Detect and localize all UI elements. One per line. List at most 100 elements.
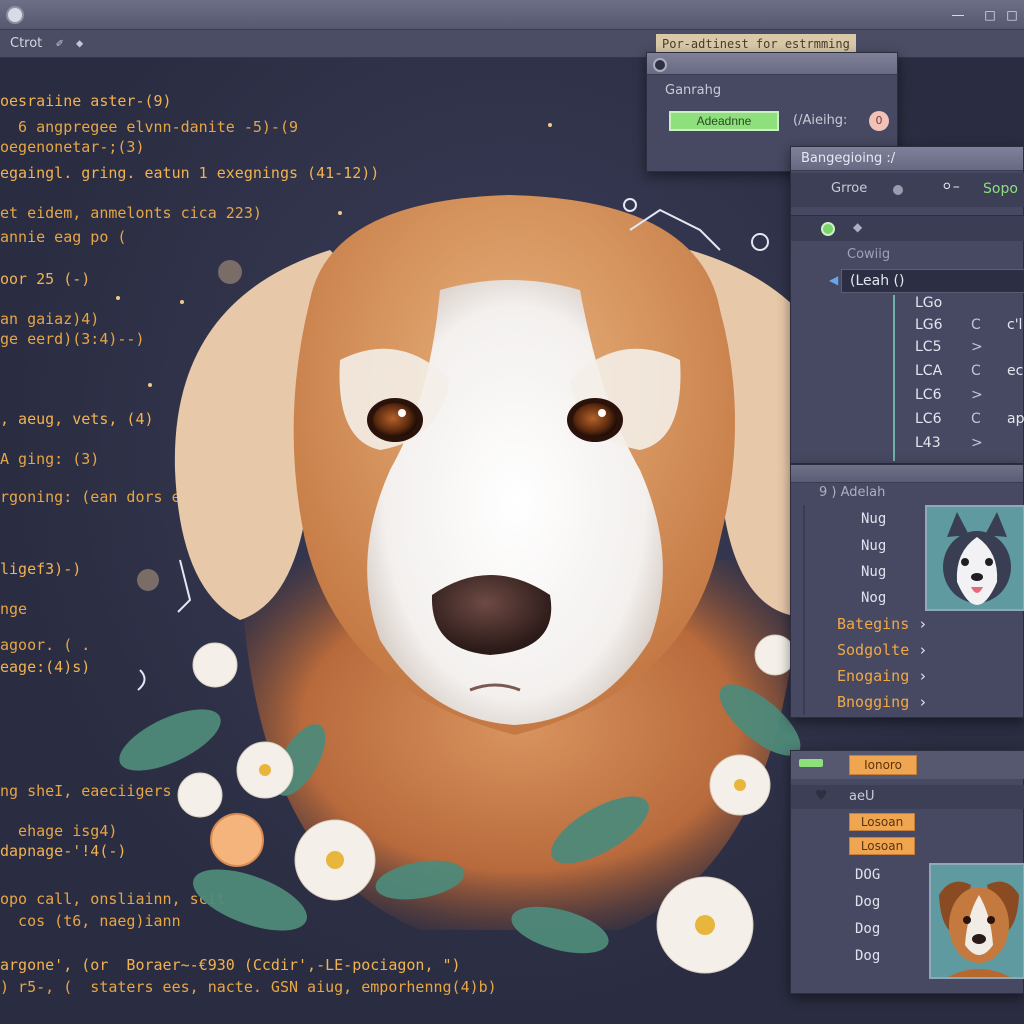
asset-item[interactable]: Nug bbox=[861, 564, 886, 580]
assets-list-rail bbox=[803, 505, 813, 715]
minimize-icon[interactable]: ― bbox=[950, 8, 966, 22]
layer-mark: > bbox=[971, 387, 983, 403]
settings-panel-header bbox=[647, 53, 897, 75]
tooltip: Por-adtinest for estrmming bbox=[656, 34, 856, 54]
asset-item[interactable]: Nog bbox=[861, 590, 886, 606]
layers-panel-title: Bangegioing :/ bbox=[801, 151, 896, 166]
code-line[interactable]: eage:(4)s) bbox=[0, 658, 90, 676]
chevron-right-icon: › bbox=[918, 641, 928, 659]
result-item[interactable]: DOG bbox=[855, 867, 880, 883]
results-chip[interactable]: Losoan bbox=[849, 813, 915, 831]
result-item[interactable]: Dog bbox=[855, 921, 880, 937]
results-tag[interactable]: Ionoro bbox=[849, 755, 917, 775]
option-toggle[interactable]: 0 bbox=[869, 111, 889, 131]
code-line[interactable]: nge bbox=[0, 600, 27, 618]
maximize-icon[interactable]: □ bbox=[982, 8, 998, 22]
code-line[interactable]: ge eerd)(3:4)--) bbox=[0, 330, 145, 348]
layer-rows: LGo LG6 C c'l LC5 > LCA C ec LC6 > LC6 C… bbox=[893, 295, 1024, 461]
toolbar-value[interactable]: Sopo bbox=[983, 181, 1018, 197]
code-line[interactable]: an gaiaz)4) bbox=[0, 310, 99, 328]
asset-item[interactable]: Nug bbox=[861, 511, 886, 527]
menu-item[interactable]: Sodgolte › bbox=[837, 641, 927, 659]
menu-item[interactable]: Bnogging › bbox=[837, 693, 927, 711]
layers-panel: Bangegioing :/ Grroe ⚪– Sopo ◆ Cowiig (L… bbox=[790, 146, 1024, 464]
close-icon[interactable]: □ bbox=[1004, 8, 1020, 22]
chevron-right-icon: › bbox=[918, 615, 928, 633]
code-line[interactable]: , aeug, vets, (4) bbox=[0, 410, 154, 428]
result-item[interactable]: Dog bbox=[855, 894, 880, 910]
results-header: Ionoro bbox=[791, 751, 1024, 779]
layer-row[interactable]: LGo bbox=[915, 295, 1024, 317]
toolbar-dot-icon[interactable] bbox=[893, 185, 903, 195]
code-line[interactable]: ng sheI, eaeciigers bbox=[0, 782, 172, 800]
asset-item[interactable]: Nug bbox=[861, 538, 886, 554]
layer-mark: C bbox=[971, 411, 981, 427]
layer-code: L43 bbox=[915, 435, 941, 451]
code-line[interactable]: oegenonetar-;(3) bbox=[0, 138, 145, 156]
menu-item-label: Bategins bbox=[837, 615, 910, 633]
menu-item[interactable]: Enogaing › bbox=[837, 667, 927, 685]
code-line[interactable]: oor 25 (-) bbox=[0, 270, 90, 288]
husky-thumbnail[interactable] bbox=[925, 505, 1024, 611]
selected-layer[interactable]: (Leah () bbox=[841, 269, 1024, 293]
menu-item[interactable]: Bategins › bbox=[837, 615, 927, 633]
chevron-right-icon: › bbox=[918, 667, 928, 685]
option-label: (/Aieihg: bbox=[793, 113, 848, 128]
results-subheader: ♥ aeU bbox=[791, 785, 1024, 809]
diamond-icon[interactable]: ◆ bbox=[853, 220, 862, 234]
settings-panel-title: Ganrahg bbox=[665, 83, 722, 98]
diamond-icon[interactable]: ◆ bbox=[76, 36, 83, 50]
code-line[interactable]: et eidem, anmelonts cica 223) bbox=[0, 204, 262, 222]
chevron-right-icon: › bbox=[918, 693, 928, 711]
layer-row[interactable]: LC5 > bbox=[915, 339, 1024, 361]
assets-panel-title: 9 ) Adelah bbox=[819, 485, 886, 500]
expand-arrow-icon[interactable]: ◀ bbox=[829, 273, 838, 287]
layer-row[interactable]: LC6 C ap bbox=[915, 411, 1024, 433]
code-line[interactable]: egaingl. gring. eatun 1 exegnings (41-12… bbox=[0, 164, 379, 182]
layer-mark: C bbox=[971, 363, 981, 379]
layer-row[interactable]: LG6 C c'l bbox=[915, 317, 1024, 339]
code-line[interactable]: opo call, onsliainn, scit bbox=[0, 890, 226, 908]
toolbar-label[interactable]: Grroe bbox=[831, 181, 867, 196]
window-title-bar: ― □ □ bbox=[0, 0, 1024, 30]
code-line[interactable]: argone', (or Boraer~-€930 (Ccdir',-LE-po… bbox=[0, 956, 461, 974]
results-panel: Ionoro ♥ aeU Losoan Losoan DOG Dog Dog D… bbox=[790, 750, 1024, 994]
code-line[interactable]: agoor. ( . bbox=[0, 636, 90, 654]
layer-code: LG6 bbox=[915, 317, 943, 333]
code-line[interactable]: cos (t6, naeg)iann bbox=[0, 912, 181, 930]
progress-indicator bbox=[799, 759, 823, 767]
menu-item-label: Sodgolte bbox=[837, 641, 910, 659]
code-line[interactable]: A ging: (3) bbox=[0, 450, 99, 468]
code-line[interactable]: oesraiine aster-(9) bbox=[0, 92, 172, 110]
husky-image bbox=[927, 507, 1023, 609]
heart-icon[interactable]: ♥ bbox=[815, 788, 828, 804]
dog-thumbnail[interactable] bbox=[929, 863, 1024, 979]
layer-value: c'l bbox=[1007, 317, 1023, 333]
layer-row[interactable]: L43 > bbox=[915, 435, 1024, 457]
layer-code: LC6 bbox=[915, 387, 942, 403]
code-line[interactable]: dapnage-'!4(-) bbox=[0, 842, 126, 860]
tab-file[interactable]: Ctrot bbox=[4, 34, 48, 54]
result-item[interactable]: Dog bbox=[855, 948, 880, 964]
menu-item-label: Enogaing bbox=[837, 667, 910, 685]
code-line[interactable]: ligef3)-) bbox=[0, 560, 81, 578]
results-chip[interactable]: Losoan bbox=[849, 837, 915, 855]
visibility-icon[interactable] bbox=[821, 222, 835, 236]
code-line[interactable]: 6 angpregee elvnn-danite -5)-(9 bbox=[0, 118, 298, 136]
code-line[interactable]: annie eag po ( bbox=[0, 228, 126, 246]
app-icon bbox=[6, 6, 24, 24]
layer-code: LC6 bbox=[915, 411, 942, 427]
dog-image bbox=[931, 865, 1023, 977]
layer-code: LGo bbox=[915, 295, 943, 311]
layer-row[interactable]: LC6 > bbox=[915, 387, 1024, 409]
key-icon[interactable]: ⚪– bbox=[941, 179, 960, 195]
layer-mark: > bbox=[971, 435, 983, 451]
assets-panel-header bbox=[791, 465, 1023, 483]
code-line[interactable]: ) r5-, ( staters ees, nacte. GSN aiug, e… bbox=[0, 978, 497, 996]
layer-row[interactable]: LCA C ec bbox=[915, 363, 1024, 385]
code-line[interactable]: ehage isg4) bbox=[0, 822, 117, 840]
panel-close-icon[interactable] bbox=[653, 58, 667, 72]
active-mode-button[interactable]: Adeadnne bbox=[669, 111, 779, 131]
code-line[interactable]: rgoning: (ean dors e bbox=[0, 488, 181, 506]
brush-icon[interactable]: ✐ bbox=[56, 36, 63, 50]
